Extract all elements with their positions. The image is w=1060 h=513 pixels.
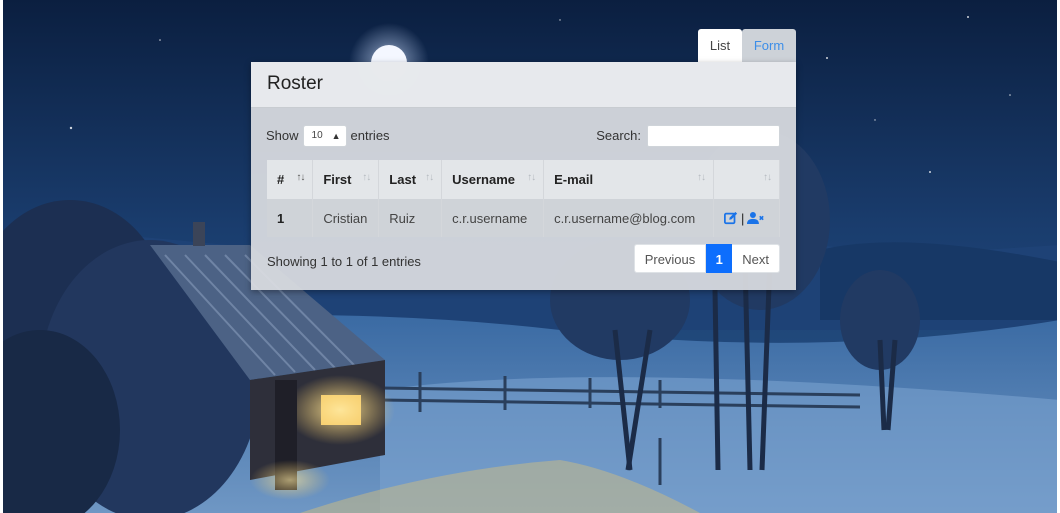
caret-updown-icon: ▲ [331,131,341,141]
sort-icon: ↑↓ [425,172,434,183]
column-header-actions[interactable]: ↑↓ [713,160,780,199]
page-1-button[interactable]: 1 [706,244,733,273]
cell-first: Cristian [312,199,380,237]
edit-icon[interactable] [724,211,738,225]
search-input[interactable] [647,125,780,147]
column-header-last[interactable]: Last ↑↓ [378,160,443,199]
tab-form[interactable]: Form [742,29,796,62]
sort-icon: ↑↓ [296,172,305,183]
cell-actions: | [713,199,780,237]
tab-list[interactable]: List [698,29,742,62]
sort-icon: ↑↓ [527,172,536,183]
action-separator: | [741,210,745,226]
table-info: Showing 1 to 1 of 1 entries [267,254,421,269]
card-title: Roster [267,73,323,94]
previous-page-button[interactable]: Previous [633,244,707,273]
show-label: Show [266,128,299,143]
entries-select-value: 10 [311,130,323,141]
cell-username: c.r.username [441,199,545,237]
next-page-button[interactable]: Next [732,244,780,273]
cell-num: 1 [267,199,314,237]
card-header: Roster [251,62,796,108]
roster-card: Roster Show 10 ▲ entries Search: # ↑↓ Fi… [251,62,796,290]
column-header-num[interactable]: # ↑↓ [267,160,314,199]
cell-last: Ruiz [378,199,443,237]
column-header-email-label: E-mail [554,172,594,187]
cell-email: c.r.username@blog.com [543,199,714,237]
entries-label: entries [350,128,390,143]
sort-icon: ↑↓ [362,172,371,183]
entries-select[interactable]: 10 ▲ [302,125,347,147]
column-header-first-label: First [323,172,352,187]
table-header-row: # ↑↓ First ↑↓ Last ↑↓ Username ↑↓ E-mail [267,160,780,199]
column-header-num-label: # [277,172,285,187]
column-header-username-label: Username [452,172,516,187]
pagination: Previous 1 Next [633,244,780,273]
column-header-email[interactable]: E-mail ↑↓ [543,160,714,199]
column-header-username[interactable]: Username ↑↓ [441,160,545,199]
search-label: Search: [596,128,641,143]
sort-icon: ↑↓ [697,172,706,183]
column-header-first[interactable]: First ↑↓ [312,160,380,199]
table-row: 1 Cristian Ruiz c.r.username c.r.usernam… [267,199,780,237]
sort-icon: ↑↓ [763,172,772,183]
roster-table: # ↑↓ First ↑↓ Last ↑↓ Username ↑↓ E-mail [267,160,780,237]
column-header-last-label: Last [389,172,417,187]
user-remove-icon[interactable] [747,211,765,225]
table-controls: Show 10 ▲ entries Search: [266,125,780,149]
entries-length-control: Show 10 ▲ entries [266,125,390,147]
search-control: Search: [596,125,780,147]
view-tabs: List Form [698,29,796,62]
